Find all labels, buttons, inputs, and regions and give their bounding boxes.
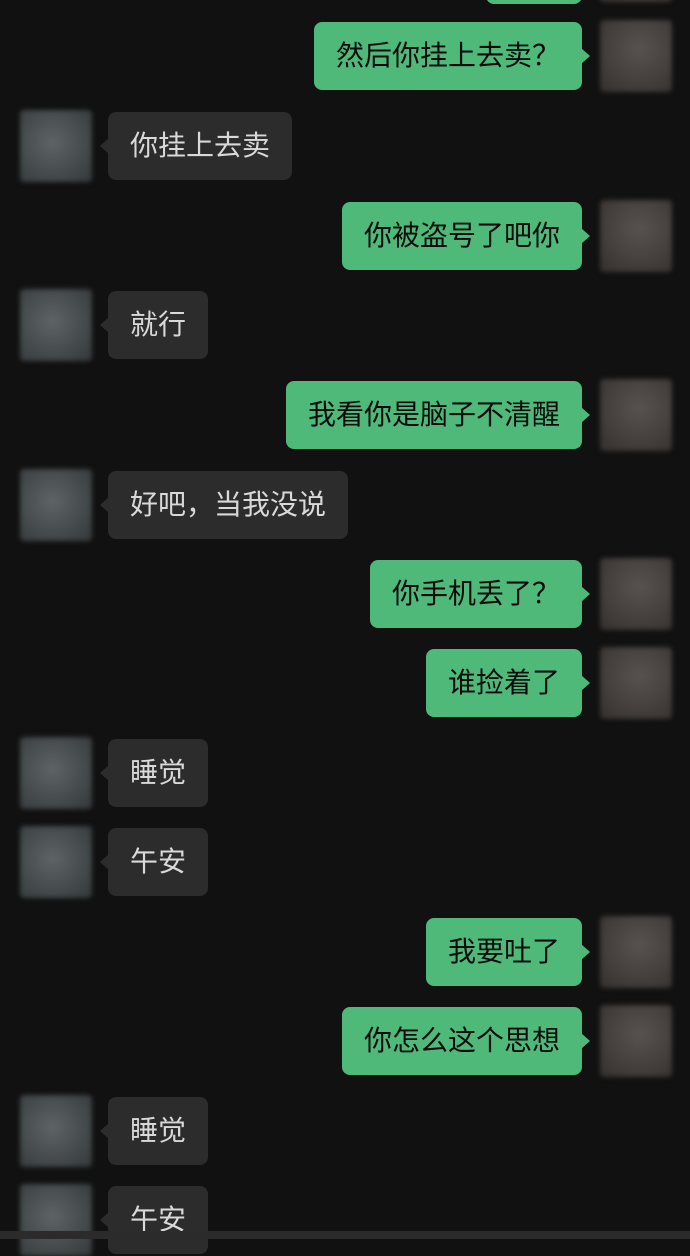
message-bubble[interactable]: 午安 (99, 1186, 209, 1254)
chat-message-list[interactable]: 然后你挂上去卖？ 你挂上去卖 你被盗号了吧你 就行 我看你是脑子不清醒 好吧，当… (0, 0, 690, 1256)
avatar-self[interactable] (600, 20, 672, 92)
message-row-outgoing: 我看你是脑子不清醒 (0, 379, 690, 451)
message-row-incoming: 睡觉 (0, 1095, 690, 1167)
message-row-incoming: 好吧，当我没说 (0, 469, 690, 541)
avatar-contact[interactable] (20, 1095, 92, 1167)
message-bubble[interactable]: 你挂上去卖 (99, 112, 293, 180)
message-row-outgoing: 你手机丢了？ (0, 558, 690, 630)
message-row-incoming: 就行 (0, 289, 690, 361)
message-bubble-partial (486, 0, 582, 4)
message-row-outgoing: 然后你挂上去卖？ (0, 20, 690, 92)
avatar-self[interactable] (600, 200, 672, 272)
message-row-incoming: 午安 (0, 826, 690, 898)
avatar-self (600, 0, 672, 2)
message-row-outgoing: 我要吐了 (0, 916, 690, 988)
avatar-contact[interactable] (20, 826, 92, 898)
avatar-self[interactable] (600, 916, 672, 988)
avatar-contact[interactable] (20, 469, 92, 541)
message-bubble[interactable]: 我要吐了 (425, 918, 591, 986)
message-bubble[interactable]: 就行 (99, 291, 209, 359)
avatar-contact[interactable] (20, 737, 92, 809)
message-bubble[interactable]: 好吧，当我没说 (99, 471, 349, 539)
message-bubble[interactable]: 睡觉 (99, 739, 209, 807)
avatar-contact[interactable] (20, 1184, 92, 1256)
message-bubble[interactable]: 然后你挂上去卖？ (313, 22, 591, 90)
message-bubble[interactable]: 你手机丢了？ (369, 560, 591, 628)
message-row-outgoing: 你被盗号了吧你 (0, 200, 690, 272)
input-bar-edge (0, 1231, 690, 1239)
message-bubble[interactable]: 你怎么这个思想 (341, 1007, 591, 1075)
avatar-contact[interactable] (20, 110, 92, 182)
message-bubble[interactable]: 睡觉 (99, 1097, 209, 1165)
message-bubble[interactable]: 午安 (99, 828, 209, 896)
message-row-outgoing: 谁捡着了 (0, 647, 690, 719)
message-row-incoming: 午安 (0, 1184, 690, 1256)
message-bubble[interactable]: 你被盗号了吧你 (341, 202, 591, 270)
avatar-self[interactable] (600, 379, 672, 451)
avatar-contact[interactable] (20, 289, 92, 361)
message-bubble[interactable]: 我看你是脑子不清醒 (285, 381, 591, 449)
avatar-self[interactable] (600, 1005, 672, 1077)
message-bubble[interactable]: 谁捡着了 (425, 649, 591, 717)
message-row-incoming: 你挂上去卖 (0, 110, 690, 182)
avatar-self[interactable] (600, 647, 672, 719)
avatar-self[interactable] (600, 558, 672, 630)
message-row-incoming: 睡觉 (0, 737, 690, 809)
message-row-outgoing: 你怎么这个思想 (0, 1005, 690, 1077)
